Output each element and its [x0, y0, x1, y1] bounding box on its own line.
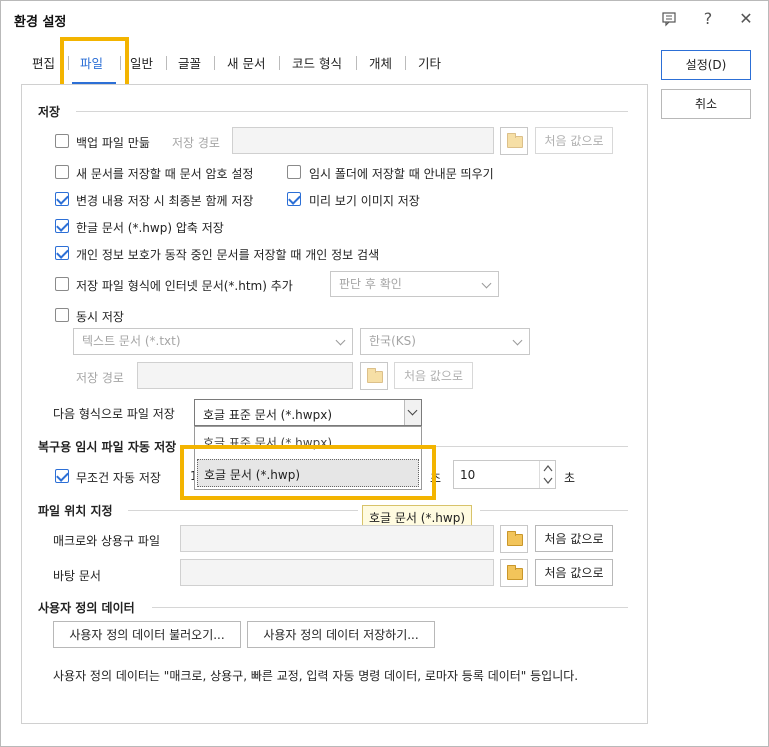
dialog-title: 환경 설정 — [14, 15, 67, 30]
section-divider — [128, 510, 358, 511]
cancel-button[interactable]: 취소 — [661, 89, 751, 119]
user-data-description: 사용자 정의 데이터는 "매크로, 상용구, 빠른 교정, 입력 자동 명령 데… — [53, 669, 579, 683]
background-default-button[interactable]: 처음 값으로 — [535, 559, 613, 586]
autosave-section-title: 복구용 임시 파일 자동 저장 — [38, 440, 177, 454]
chevron-down-icon — [335, 335, 346, 346]
ok-button[interactable]: 설정(D) — [661, 50, 751, 80]
macro-default-button[interactable]: 처음 값으로 — [535, 525, 613, 552]
folder-icon[interactable] — [500, 525, 528, 553]
compress-hwp-checkbox[interactable] — [55, 219, 69, 233]
preview-image-checkbox[interactable] — [287, 192, 301, 206]
help-icon[interactable]: ? — [697, 8, 719, 30]
unconditional-autosave-checkbox[interactable] — [55, 469, 69, 483]
save-user-data-button[interactable]: 사용자 정의 데이터 저장하기... — [247, 621, 435, 648]
load-user-data-button[interactable]: 사용자 정의 데이터 불러오기... — [53, 621, 241, 648]
add-htm-select-value: 판단 후 확인 — [339, 277, 402, 291]
save-as-label: 다음 형식으로 파일 저장 — [53, 407, 175, 421]
add-htm-select[interactable]: 판단 후 확인 — [330, 271, 499, 297]
folder-icon[interactable] — [500, 559, 528, 587]
unconditional-autosave-label: 무조건 자동 저장 — [76, 471, 161, 485]
close-icon[interactable]: ✕ — [735, 8, 757, 30]
sync-encoding-value: 한국(KS) — [369, 334, 416, 348]
backup-path-input[interactable] — [232, 127, 494, 154]
folder-icon[interactable] — [360, 362, 388, 390]
section-divider — [480, 510, 628, 511]
file-location-section-title: 파일 위치 지정 — [38, 504, 113, 518]
doc-password-label: 새 문서를 저장할 때 문서 암호 설정 — [76, 167, 254, 181]
sync-default-button[interactable]: 처음 값으로 — [394, 362, 473, 389]
save-latest-label: 변경 내용 저장 시 최종본 함께 저장 — [76, 194, 254, 208]
add-htm-checkbox[interactable] — [55, 277, 69, 291]
backup-default-button[interactable]: 처음 값으로 — [535, 127, 613, 154]
idle-time-spinner[interactable]: 10 — [453, 460, 556, 489]
doc-password-checkbox[interactable] — [55, 165, 69, 179]
tab-edit[interactable]: 편집 — [32, 53, 55, 72]
sync-encoding-select[interactable]: 한국(KS) — [360, 328, 530, 355]
save-latest-checkbox[interactable] — [55, 192, 69, 206]
background-doc-input[interactable] — [180, 559, 494, 586]
option-highlight-box — [180, 445, 436, 500]
seconds-unit: 초 — [564, 471, 576, 485]
chevron-down-icon — [481, 278, 492, 289]
compress-hwp-label: 한글 문서 (*.hwp) 압축 저장 — [76, 221, 224, 235]
feedback-icon[interactable] — [658, 8, 680, 30]
chevron-down-icon — [407, 405, 418, 416]
chevron-down-icon — [512, 335, 523, 346]
dropdown-button[interactable] — [404, 400, 421, 425]
backup-checkbox[interactable] — [55, 134, 69, 148]
macro-file-input[interactable] — [180, 525, 494, 552]
tab-new-document[interactable]: 새 문서 — [227, 53, 265, 72]
tab-general[interactable]: 일반 — [130, 53, 153, 72]
temp-folder-checkbox[interactable] — [287, 165, 301, 179]
preview-image-label: 미리 보기 이미지 저장 — [309, 194, 420, 208]
tab-divider — [214, 56, 215, 70]
backup-label: 백업 파일 만듦 — [76, 136, 150, 150]
save-path-label: 저장 경로 — [172, 136, 220, 150]
folder-icon[interactable] — [500, 127, 528, 155]
tab-divider — [356, 56, 357, 70]
spinner-buttons[interactable] — [539, 461, 555, 488]
save-as-value: 호글 표준 문서 (*.hwpx) — [203, 408, 333, 422]
sync-format-value: 텍스트 문서 (*.txt) — [82, 334, 181, 348]
tab-object[interactable]: 개체 — [369, 53, 392, 72]
temp-folder-label: 임시 폴더에 저장할 때 안내문 띄우기 — [309, 167, 494, 181]
section-divider — [76, 111, 628, 112]
sync-format-select[interactable]: 텍스트 문서 (*.txt) — [73, 328, 353, 355]
tab-divider — [279, 56, 280, 70]
user-data-section-title: 사용자 정의 데이터 — [38, 601, 135, 615]
idle-time-value: 10 — [460, 468, 476, 482]
sync-path-label: 저장 경로 — [76, 371, 124, 385]
save-as-select[interactable]: 호글 표준 문서 (*.hwpx) — [194, 399, 422, 426]
privacy-check-checkbox[interactable] — [55, 246, 69, 260]
sync-save-checkbox[interactable] — [55, 308, 69, 322]
tab-etc[interactable]: 기타 — [418, 53, 441, 72]
section-divider — [152, 607, 628, 608]
save-section-title: 저장 — [38, 105, 61, 119]
sync-save-label: 동시 저장 — [76, 310, 124, 324]
privacy-check-label: 개인 정보 보호가 동작 중인 문서를 저장할 때 개인 정보 검색 — [76, 248, 380, 262]
tab-divider — [166, 56, 167, 70]
sync-path-input[interactable] — [137, 362, 353, 389]
tab-font[interactable]: 글꼴 — [178, 53, 201, 72]
background-doc-label: 바탕 문서 — [53, 569, 101, 583]
add-htm-label: 저장 파일 형식에 인터넷 문서(*.htm) 추가 — [76, 279, 293, 293]
tab-divider — [405, 56, 406, 70]
macro-file-label: 매크로와 상용구 파일 — [53, 534, 160, 548]
tab-code-format[interactable]: 코드 형식 — [292, 53, 342, 72]
